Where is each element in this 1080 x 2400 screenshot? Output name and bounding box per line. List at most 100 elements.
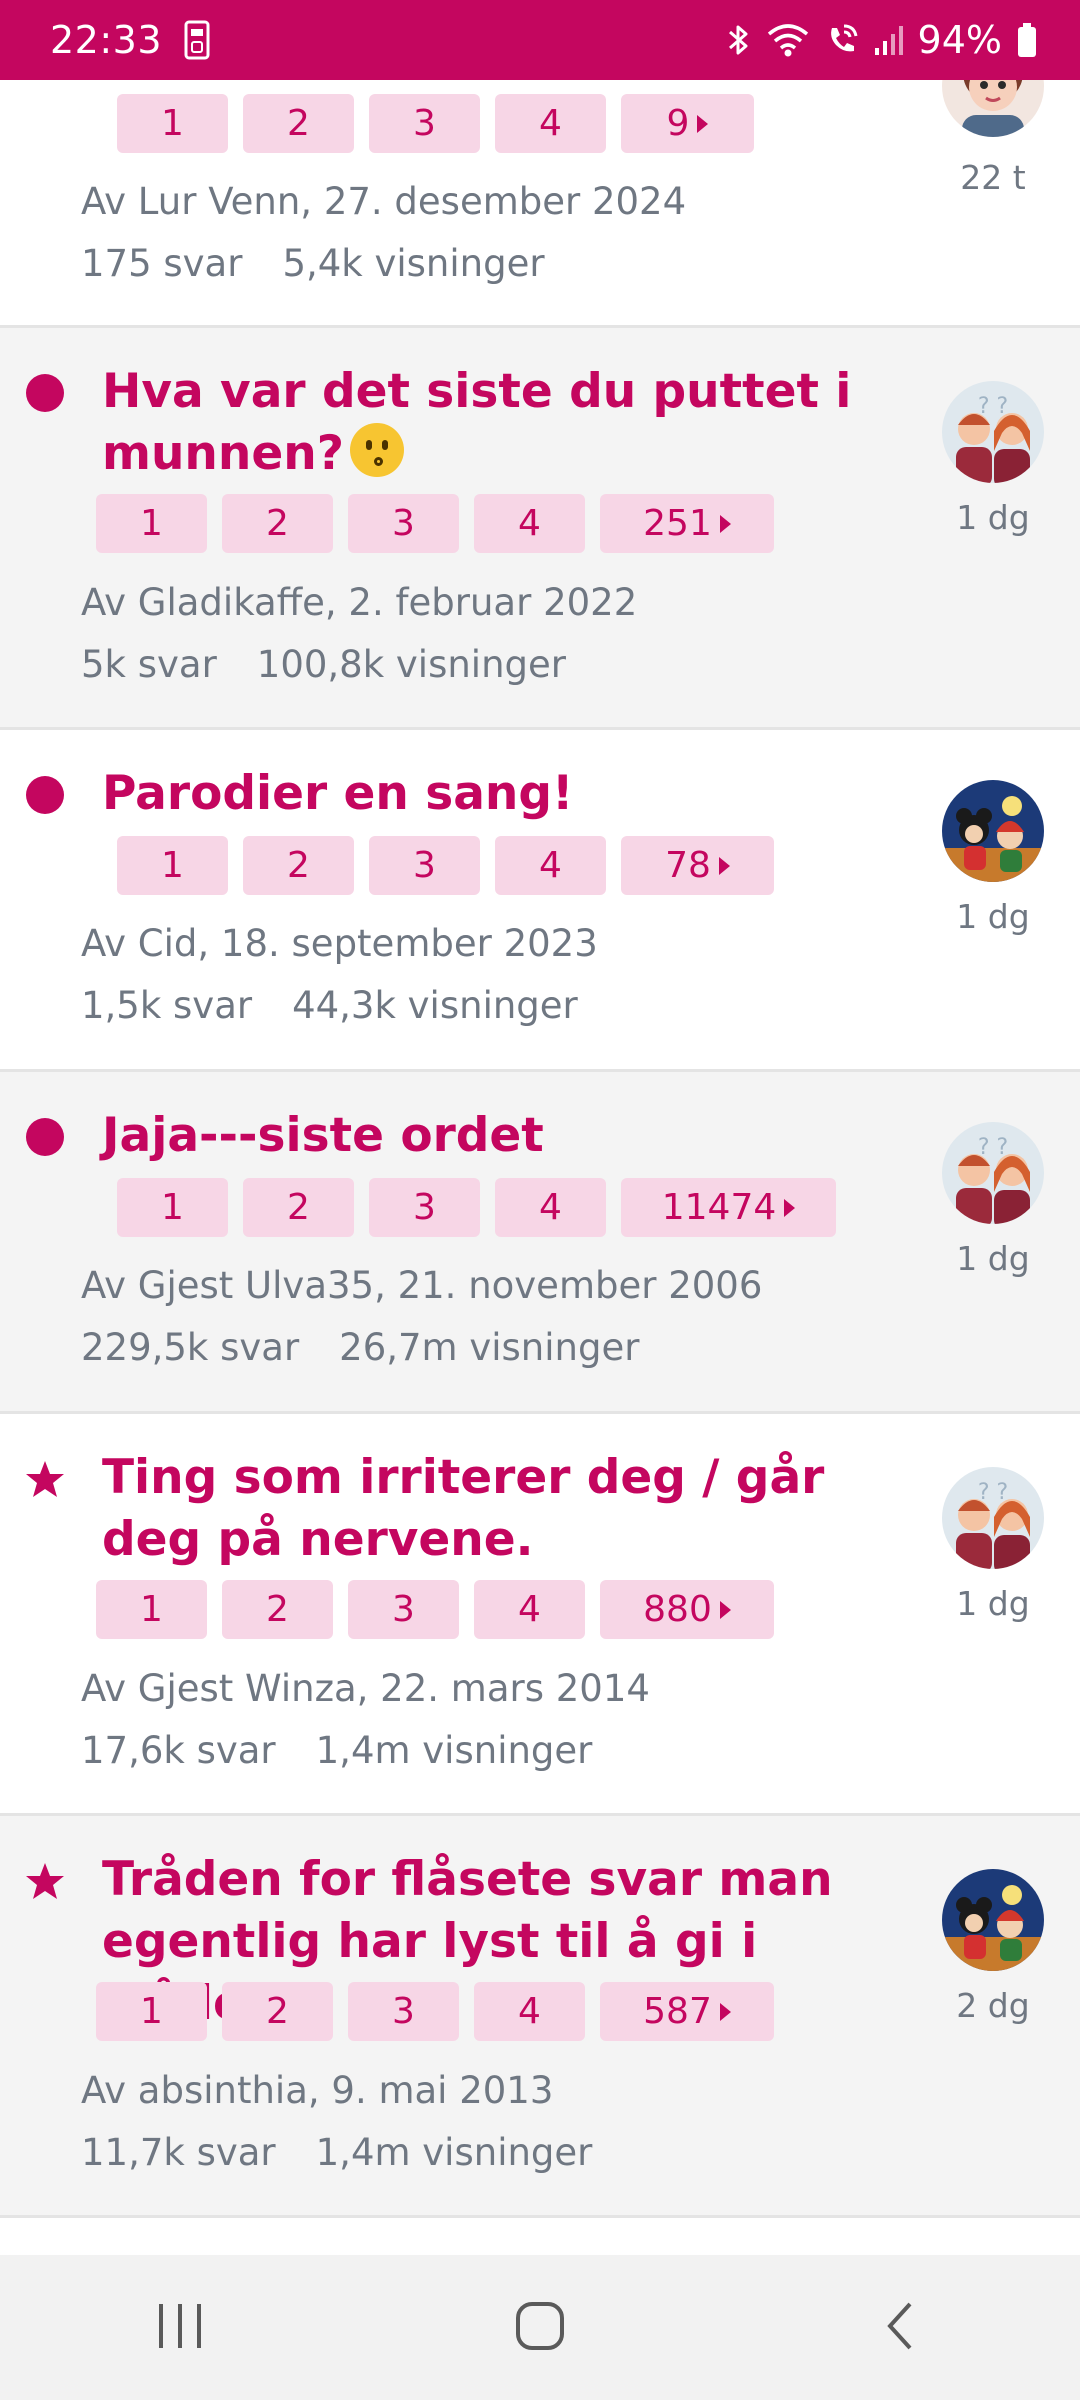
last-page-link[interactable]: 251: [600, 494, 774, 553]
thread-title[interactable]: Hva var det siste du puttet i munnen?: [102, 361, 882, 485]
page-link[interactable]: 3: [369, 1178, 480, 1237]
star-icon: [25, 1459, 65, 1499]
page-link[interactable]: 3: [348, 1982, 459, 2041]
status-bar: 22:33 94%: [0, 0, 1080, 80]
page-links: 1 2 3 4 11474: [117, 1178, 836, 1237]
thread-stats: 175 svar 5,4k visninger: [81, 242, 545, 285]
page-links: 1 2 3 4 9: [117, 94, 754, 153]
reply-count: 229,5k svar: [81, 1326, 300, 1369]
page-link[interactable]: 1: [96, 494, 207, 553]
navigation-bar: [0, 2255, 1080, 2400]
reply-count: 1,5k svar: [81, 984, 253, 1027]
thread-item[interactable]: [0, 2218, 1080, 2255]
page-link[interactable]: 1: [117, 836, 228, 895]
caret-right-icon: [784, 1198, 796, 1217]
home-icon: [514, 2300, 566, 2356]
thread-item[interactable]: Hva var det siste du puttet i munnen? 1 …: [0, 328, 1080, 730]
cartoon-avatar[interactable]: [942, 1869, 1044, 1971]
page-link[interactable]: 4: [495, 1178, 606, 1237]
page-link[interactable]: 4: [474, 494, 585, 553]
page-link[interactable]: 2: [243, 836, 354, 895]
unread-dot: [25, 775, 65, 815]
page-link[interactable]: 4: [495, 94, 606, 153]
back-button[interactable]: [840, 2278, 960, 2378]
sim-card-icon: [184, 20, 210, 60]
signal-icon: [874, 24, 904, 56]
view-count: 100,8k visninger: [256, 643, 567, 686]
page-link[interactable]: 2: [222, 1982, 333, 2041]
last-page-link[interactable]: 880: [600, 1580, 774, 1639]
battery-icon: [1016, 22, 1038, 58]
page-link[interactable]: 2: [222, 494, 333, 553]
thread-item[interactable]: Ting som irriterer deg / går deg på nerv…: [0, 1414, 1080, 1816]
page-link[interactable]: 3: [369, 836, 480, 895]
view-count: 5,4k visninger: [282, 242, 545, 285]
couple-avatar[interactable]: ? ?: [942, 1467, 1044, 1569]
unread-dot: [25, 373, 65, 413]
page-link[interactable]: 3: [348, 494, 459, 553]
page-link[interactable]: 1: [96, 1580, 207, 1639]
thread-stats: 17,6k svar 1,4m visninger: [81, 1729, 592, 1772]
page-link[interactable]: 1: [117, 1178, 228, 1237]
thread-author[interactable]: Av Gladikaffe, 2. februar 2022: [81, 581, 637, 624]
page-link[interactable]: 2: [243, 1178, 354, 1237]
last-page-number: 78: [665, 845, 711, 886]
recent-apps-icon: [155, 2301, 205, 2355]
reply-count: 17,6k svar: [81, 1729, 276, 1772]
view-count: 44,3k visninger: [292, 984, 578, 1027]
thread-item[interactable]: Tråden for flåsete svar man egentlig har…: [0, 1816, 1080, 2218]
caret-right-icon: [719, 514, 731, 533]
thread-age: 1 dg: [956, 897, 1030, 936]
home-button[interactable]: [480, 2278, 600, 2378]
page-link[interactable]: 1: [96, 1982, 207, 2041]
thread-item[interactable]: 1 2 3 4 9 Av Lur Venn, 27. desember 2024…: [0, 80, 1080, 328]
recent-apps-button[interactable]: [120, 2278, 240, 2378]
page-link[interactable]: 3: [348, 1580, 459, 1639]
thread-author[interactable]: Av Cid, 18. september 2023: [81, 922, 598, 965]
caret-right-icon: [697, 114, 709, 133]
thread-age: 1 dg: [956, 1239, 1030, 1278]
thread-stats: 11,7k svar 1,4m visninger: [81, 2131, 592, 2174]
caret-right-icon: [719, 1600, 731, 1619]
view-count: 1,4m visninger: [315, 2131, 593, 2174]
svg-text:? ?: ? ?: [978, 1135, 1008, 1160]
page-link[interactable]: 4: [495, 836, 606, 895]
page-links: 1 2 3 4 78: [117, 836, 774, 895]
cartoon-avatar[interactable]: [942, 780, 1044, 882]
last-page-number: 880: [643, 1589, 712, 1630]
last-page-link[interactable]: 11474: [621, 1178, 836, 1237]
thread-title[interactable]: Parodier en sang!: [102, 763, 882, 825]
thread-title[interactable]: Jaja---siste ordet: [102, 1105, 882, 1167]
reply-count: 5k svar: [81, 643, 217, 686]
thread-title[interactable]: Ting som irriterer deg / går deg på nerv…: [102, 1447, 882, 1571]
back-icon: [880, 2300, 920, 2356]
thread-item[interactable]: Parodier en sang! 1 2 3 4 78 Av Cid, 18.…: [0, 730, 1080, 1072]
woman-avatar[interactable]: [942, 80, 1044, 137]
page-link[interactable]: 4: [474, 1580, 585, 1639]
status-time: 22:33: [50, 18, 163, 62]
unread-dot: [25, 1117, 65, 1157]
last-page-link[interactable]: 9: [621, 94, 754, 153]
last-page-number: 9: [666, 103, 690, 144]
thread-author[interactable]: Av Lur Venn, 27. desember 2024: [81, 180, 686, 223]
couple-avatar[interactable]: ? ?: [942, 381, 1044, 483]
caret-right-icon: [718, 856, 730, 875]
thread-author[interactable]: Av Gjest Ulva35, 21. november 2006: [81, 1264, 762, 1307]
page-link[interactable]: 1: [117, 94, 228, 153]
wifi-calling-icon: [824, 22, 860, 58]
thread-item[interactable]: Jaja---siste ordet 1 2 3 4 11474 Av Gjes…: [0, 1072, 1080, 1414]
thread-age: 2 dg: [956, 1986, 1030, 2025]
thread-author[interactable]: Av Gjest Winza, 22. mars 2014: [81, 1667, 650, 1710]
last-page-link[interactable]: 587: [600, 1982, 774, 2041]
page-link[interactable]: 2: [243, 94, 354, 153]
svg-text:? ?: ? ?: [978, 394, 1008, 419]
page-link[interactable]: 2: [222, 1580, 333, 1639]
page-link[interactable]: 3: [369, 94, 480, 153]
couple-avatar[interactable]: ? ?: [942, 1122, 1044, 1224]
reply-count: 175 svar: [81, 242, 243, 285]
page-link[interactable]: 4: [474, 1982, 585, 2041]
thread-author[interactable]: Av absinthia, 9. mai 2013: [81, 2069, 553, 2112]
kissing-face-emoji: [349, 423, 404, 477]
caret-right-icon: [719, 2002, 731, 2021]
last-page-link[interactable]: 78: [621, 836, 774, 895]
